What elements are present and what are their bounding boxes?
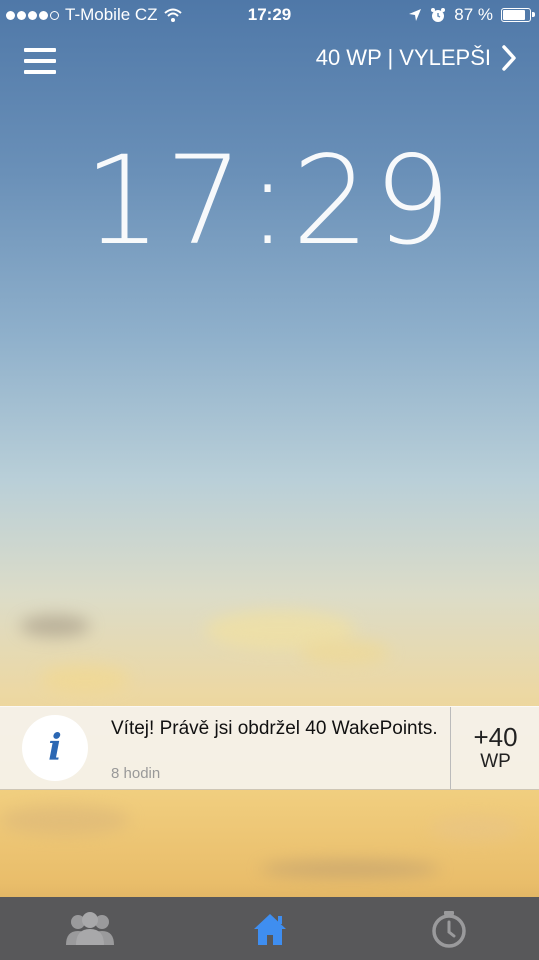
chevron-right-icon [502, 45, 516, 71]
upgrade-button[interactable]: 40 WP | VYLEPŠI [316, 44, 517, 72]
battery-icon [501, 8, 535, 22]
alarm-icon [431, 8, 446, 22]
home-icon [253, 913, 286, 945]
clock-display: 17:29 [83, 130, 456, 272]
reward-badge: +40 WP [450, 707, 539, 789]
status-bar: T-Mobile CZ 17:29 87 % [0, 0, 539, 30]
notification-card[interactable]: i Vítej! Právě jsi obdržel 40 WakePoints… [0, 706, 539, 790]
battery-percent: 87 % [454, 5, 493, 24]
tab-home[interactable] [180, 897, 360, 960]
reward-unit: WP [480, 751, 511, 772]
location-arrow-icon [409, 9, 422, 21]
reward-amount: +40 [473, 722, 518, 752]
stopwatch-icon [432, 910, 466, 948]
points-upgrade-label: 40 WP | VYLEPŠI [315, 45, 491, 70]
tab-alarms[interactable] [359, 897, 539, 960]
tab-friends[interactable] [0, 897, 180, 960]
notification-time: 8 hodin [111, 765, 161, 782]
info-icon: i [22, 715, 88, 781]
people-icon [65, 911, 114, 945]
menu-button[interactable] [24, 48, 56, 74]
notification-message: Vítej! Právě jsi obdržel 40 WakePoints. [111, 718, 438, 739]
tab-bar [0, 897, 539, 960]
